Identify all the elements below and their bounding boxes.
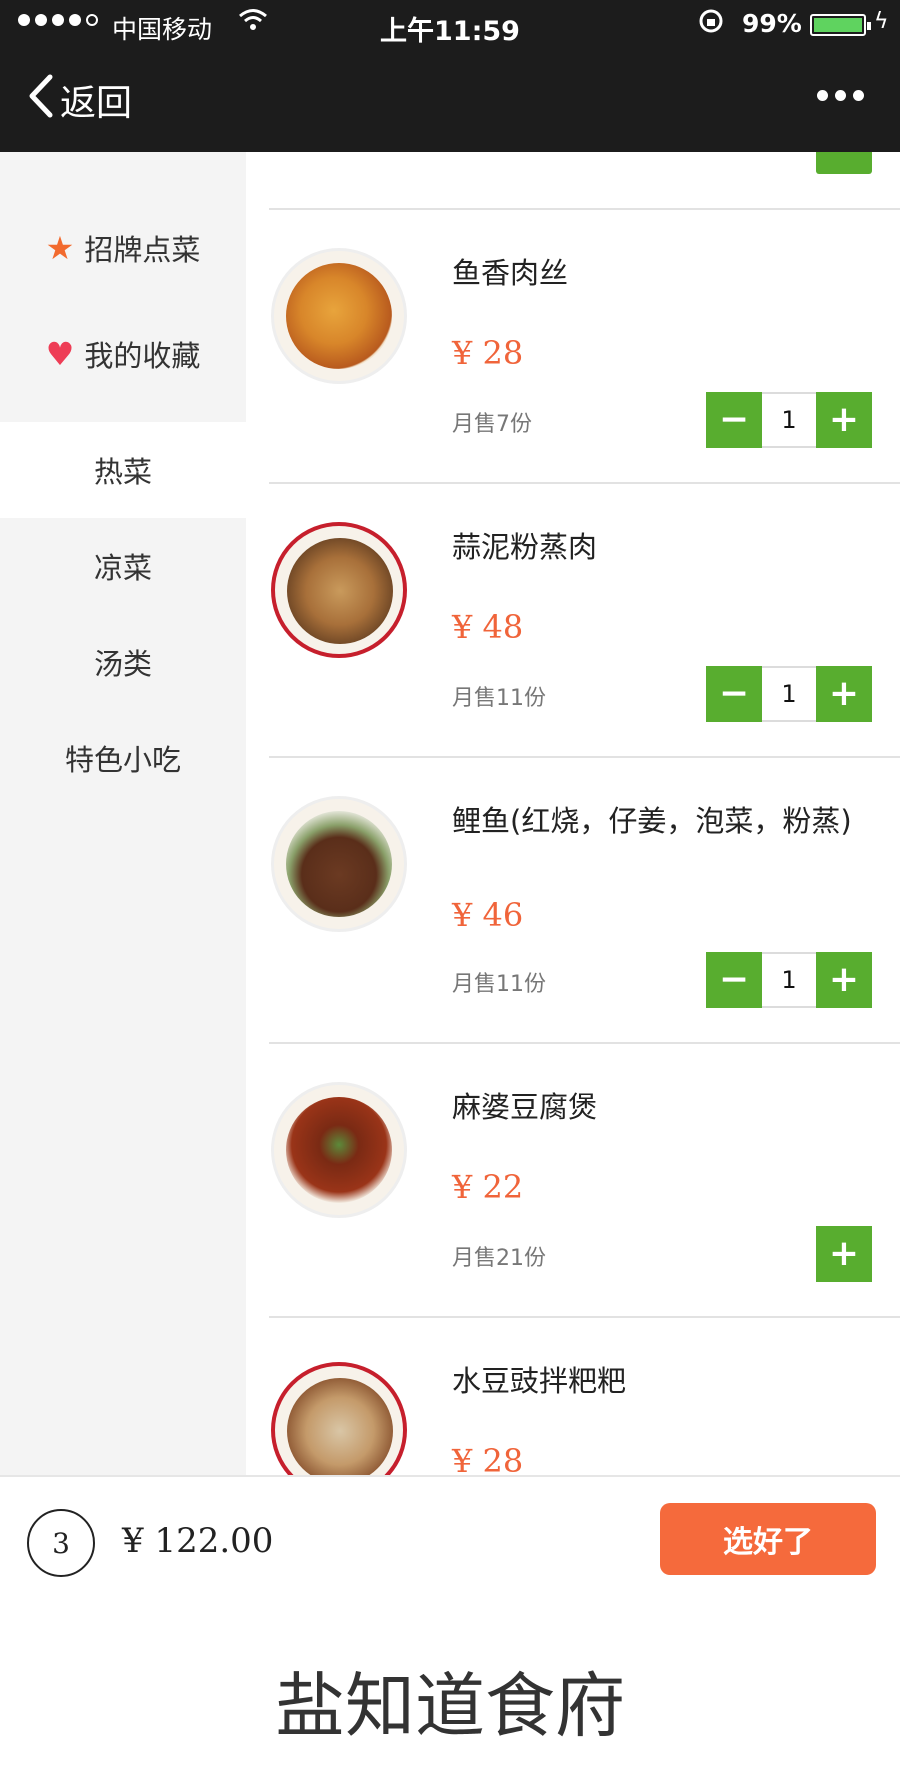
dish-image: [271, 1362, 407, 1475]
dish-name: 鱼香肉丝: [452, 256, 569, 290]
increase-button[interactable]: +: [816, 666, 872, 722]
decrease-button[interactable]: −: [706, 392, 762, 448]
dish-price: ¥ 48: [452, 608, 524, 646]
decrease-button[interactable]: −: [706, 666, 762, 722]
dish-price: ¥ 46: [452, 896, 524, 934]
menu-item: 麻婆豆腐煲 ¥ 22 月售21份 +: [246, 1044, 900, 1316]
cart-count-badge[interactable]: 3: [27, 1509, 95, 1577]
dish-sold-count: 月售11份: [452, 686, 546, 711]
dish-name: 蒜泥粉蒸肉: [452, 530, 598, 564]
heart-icon: ♥: [45, 335, 75, 373]
dish-image: [271, 796, 407, 932]
quantity-stepper: − 1 +: [706, 392, 872, 448]
menu-item: 鲤鱼(红烧，仔姜，泡菜，粉蒸) ¥ 46 月售11份 − 1 +: [246, 758, 900, 1042]
quantity-value: 1: [762, 952, 816, 1008]
increase-button[interactable]: +: [816, 392, 872, 448]
dish-name: 水豆豉拌粑粑: [452, 1364, 627, 1398]
sidebar-item-soups[interactable]: 汤类: [0, 614, 246, 710]
dish-sold-count: 月售7份: [452, 412, 532, 437]
dish-name: 麻婆豆腐煲: [452, 1090, 598, 1124]
status-bar: 中国移动 上午11:59 99% ϟ: [0, 0, 900, 50]
more-options-icon[interactable]: [817, 90, 864, 101]
dish-price: ¥ 28: [452, 1442, 524, 1475]
menu-item: 蒜泥粉蒸肉 ¥ 48 月售11份 − 1 +: [246, 484, 900, 756]
sidebar-item-label: 特色小吃: [64, 743, 181, 777]
add-button[interactable]: [816, 152, 872, 174]
sidebar-item-hot-dishes[interactable]: 热菜: [0, 422, 246, 518]
quantity-stepper: − 1 +: [706, 666, 872, 722]
top-bar: 中国移动 上午11:59 99% ϟ 返回: [0, 0, 900, 152]
sidebar-item-label: 热菜: [93, 455, 152, 489]
sidebar-item-featured[interactable]: ★ 招牌点菜: [0, 200, 246, 296]
increase-button[interactable]: +: [816, 952, 872, 1008]
menu-item: 鱼香肉丝 ¥ 28 月售7份 − 1 +: [246, 210, 900, 482]
sidebar-item-label: 凉菜: [93, 551, 152, 585]
sidebar-item-snacks[interactable]: 特色小吃: [0, 710, 246, 806]
dish-price: ¥ 22: [452, 1168, 524, 1206]
cart-total: ¥ 122.00: [122, 1521, 274, 1561]
menu-list[interactable]: 鱼香肉丝 ¥ 28 月售7份 − 1 + 蒜泥粉蒸肉 ¥ 48 月售11份 − …: [246, 152, 900, 1475]
quantity-value: 1: [762, 392, 816, 448]
back-label: 返回: [60, 83, 133, 124]
back-button[interactable]: 返回: [28, 72, 132, 128]
restaurant-caption: 盐知道食府: [275, 1665, 625, 1747]
battery-icon: [810, 14, 871, 36]
chevron-left-icon: [28, 74, 54, 126]
decrease-button[interactable]: −: [706, 952, 762, 1008]
quantity-stepper: − 1 +: [706, 952, 872, 1008]
dish-sold-count: 月售21份: [452, 1246, 546, 1271]
quantity-value: 1: [762, 666, 816, 722]
sidebar-item-label: 招牌点菜: [84, 233, 201, 267]
dish-image: [271, 522, 407, 658]
category-sidebar: ★ 招牌点菜 ♥ 我的收藏 热菜 凉菜 汤类 特色小吃: [0, 152, 246, 1475]
battery-percent: 99%: [742, 9, 802, 38]
sidebar-item-label: 我的收藏: [84, 339, 201, 373]
checkout-button[interactable]: 选好了: [660, 1503, 876, 1575]
sidebar-item-cold-dishes[interactable]: 凉菜: [0, 518, 246, 614]
star-icon: ★: [45, 229, 75, 267]
app-screen: 中国移动 上午11:59 99% ϟ 返回 ★ 招牌点菜 ♥ 我的收藏 热菜 凉…: [0, 0, 900, 1792]
dish-sold-count: 月售11份: [452, 972, 546, 997]
sidebar-item-label: 汤类: [93, 647, 152, 681]
dish-price: ¥ 28: [452, 334, 524, 372]
quantity-stepper: +: [816, 1226, 872, 1282]
sidebar-item-favorites[interactable]: ♥ 我的收藏: [0, 306, 246, 402]
rotation-lock-icon: [698, 8, 724, 40]
cart-bar: 3 ¥ 122.00 选好了: [0, 1475, 900, 1599]
add-button[interactable]: +: [816, 1226, 872, 1282]
charging-icon: ϟ: [874, 9, 889, 34]
dish-image: [271, 248, 407, 384]
dish-name: 鲤鱼(红烧，仔姜，泡菜，粉蒸): [452, 804, 852, 838]
dish-image: [271, 1082, 407, 1218]
menu-item: 水豆豉拌粑粑 ¥ 28: [246, 1318, 900, 1475]
